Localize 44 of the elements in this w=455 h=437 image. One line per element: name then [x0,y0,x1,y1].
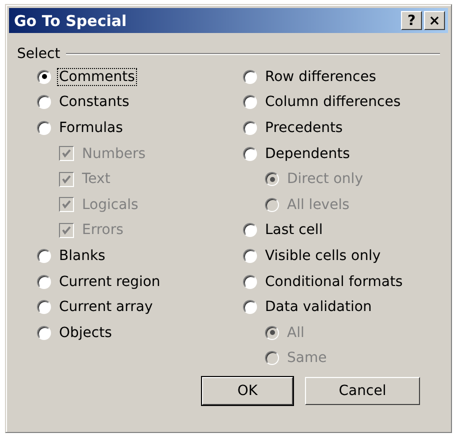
radio-button[interactable] [37,70,51,84]
option-label: Current array [58,298,154,316]
option-label: All [286,324,306,342]
option-label: Formulas [58,118,124,137]
window-title: Go To Special [14,12,127,30]
option-label: Errors [81,221,124,240]
radio-button[interactable] [37,326,51,340]
option-label: Text [81,170,112,188]
option-label: Numbers [81,144,147,163]
option-label: Last cell [264,221,324,240]
cancel-button[interactable]: Cancel [305,377,420,406]
radio-button[interactable] [243,248,257,263]
help-button[interactable]: ? [401,11,422,30]
radio-button[interactable] [243,274,257,289]
radio-button[interactable] [243,300,257,314]
option-label: Objects [58,324,113,342]
option-label: Data validation [264,298,373,316]
option-label: Same [286,349,328,368]
radio-button[interactable] [37,120,51,135]
radio-button[interactable] [37,248,51,263]
radio-button[interactable] [243,70,257,84]
option-label: All levels [286,196,350,214]
radio-button[interactable] [37,300,51,314]
option-label: Comments [57,68,137,86]
radio-button[interactable] [37,274,51,289]
radio-button[interactable] [243,95,257,110]
option-label: Direct only [286,170,364,188]
option-label: Dependents [264,144,351,163]
option-label: Precedents [264,118,344,137]
option-label: Logicals [81,196,140,214]
option-label: Conditional formats [264,272,404,291]
option-label: Visible cells only [264,246,382,265]
option-label: Blanks [58,246,106,265]
option-label: Current region [58,272,162,291]
option-label: Row differences [264,68,378,86]
radio-button[interactable] [243,223,257,238]
group-label: Select [17,46,60,62]
radio-button[interactable] [37,95,51,110]
option-label: Constants [58,93,130,112]
radio-button[interactable] [243,146,257,161]
close-button[interactable]: × [424,11,445,30]
ok-button[interactable]: OK [202,377,293,406]
radio-button[interactable] [243,120,257,135]
option-label: Column differences [264,93,402,112]
